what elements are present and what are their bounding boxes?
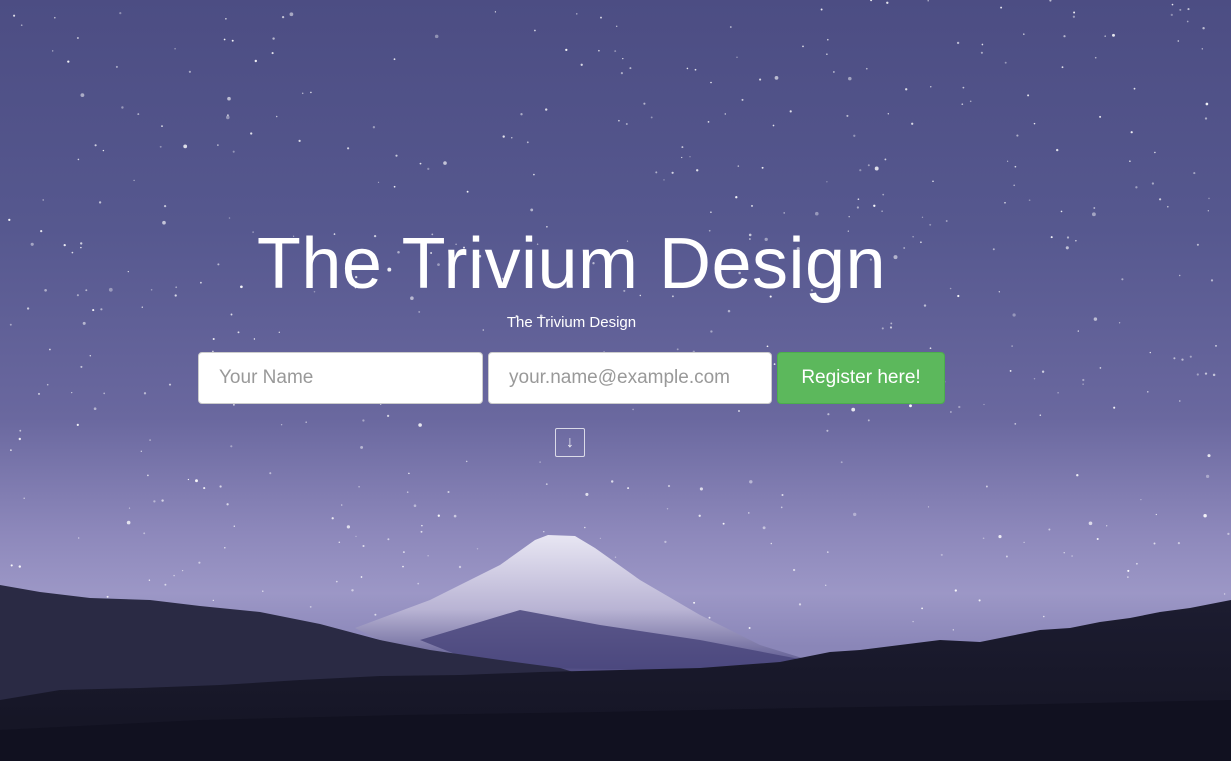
register-button[interactable]: Register here! xyxy=(777,352,945,404)
registration-form: Register here! xyxy=(198,352,945,404)
hero-content: The Trivium Design The Trivium Design Re… xyxy=(0,0,1231,761)
arrow-down-icon: ↓ xyxy=(566,434,574,451)
page-subtitle: The Trivium Design xyxy=(506,314,637,331)
page-title: The Trivium Design xyxy=(256,224,887,304)
email-input[interactable] xyxy=(488,352,772,404)
name-input[interactable] xyxy=(198,352,483,404)
scroll-down-button[interactable]: ↓ xyxy=(555,428,585,457)
hero-section: The Trivium Design The Trivium Design Re… xyxy=(0,0,1231,761)
